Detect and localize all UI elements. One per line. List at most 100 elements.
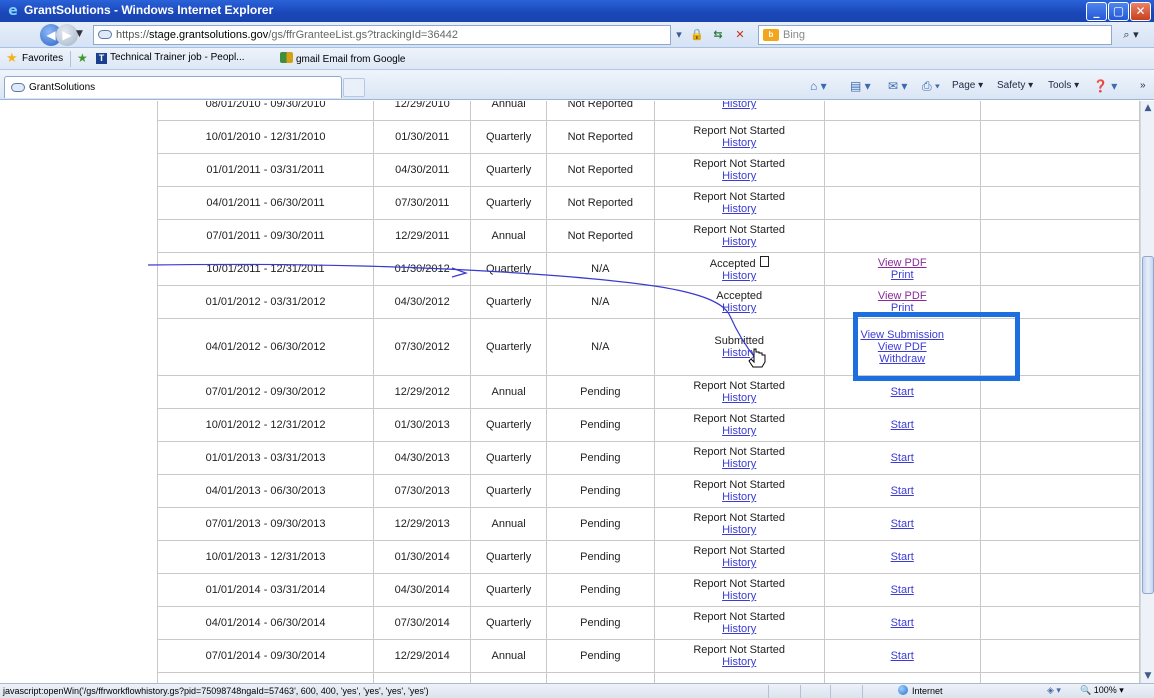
tools-menu[interactable]: Tools ▾ bbox=[1048, 78, 1079, 94]
history-link[interactable]: History bbox=[722, 590, 756, 602]
favorites-star-icon[interactable]: ★ bbox=[6, 51, 18, 65]
action-link-start[interactable]: Start bbox=[891, 419, 914, 431]
history-link[interactable]: History bbox=[722, 491, 756, 503]
history-link[interactable]: History bbox=[722, 524, 756, 536]
history-link[interactable]: History bbox=[722, 302, 756, 314]
scrollbar-thumb[interactable] bbox=[1142, 256, 1154, 594]
favorites-bar: ★ Favorites ★ T Technical Trainer job - P… bbox=[0, 48, 1154, 70]
actions-cell: View Submission View PDF Withdraw bbox=[823, 318, 981, 376]
table-row: 10/01/2012 - 12/31/2012 01/30/2013 Quarter… bbox=[156, 408, 1140, 442]
lock-icon[interactable]: 🔒 bbox=[688, 26, 706, 44]
history-link[interactable]: History bbox=[722, 557, 756, 569]
tab-grantsolutions[interactable]: GrantSolutions bbox=[4, 76, 342, 98]
vertical-scrollbar[interactable]: ▲ ▼ bbox=[1140, 101, 1154, 683]
action-link-start[interactable]: Start bbox=[891, 584, 914, 596]
actions-cell: Start bbox=[823, 606, 981, 640]
search-icon[interactable]: ⌕ ▾ bbox=[1116, 26, 1146, 44]
close-button[interactable]: ✕ bbox=[1130, 2, 1151, 21]
action-link-start[interactable]: Start bbox=[891, 485, 914, 497]
url-input[interactable]: https://stage.grantsolutions.gov/gs/ffrG… bbox=[93, 25, 671, 45]
table-row: 04/01/2014 - 06/30/2014 07/30/2014 Quarter… bbox=[156, 606, 1140, 640]
table-row: 10/01/2013 - 12/31/2013 01/30/2014 Quarter… bbox=[156, 540, 1140, 574]
status-cell: Pending bbox=[545, 606, 655, 640]
scroll-down-icon[interactable]: ▼ bbox=[1141, 669, 1154, 683]
history-link[interactable]: History bbox=[722, 347, 756, 359]
url-dropdown-icon[interactable]: ▾ bbox=[672, 26, 686, 44]
zoom-control[interactable]: 🔍 100% ▾ bbox=[1080, 685, 1124, 696]
action-link-view-pdf[interactable]: View PDF bbox=[878, 290, 927, 302]
status-cell: Not Reported bbox=[545, 153, 655, 187]
help-icon[interactable]: ❓ ▾ bbox=[1093, 78, 1117, 94]
action-link-print[interactable]: Print bbox=[891, 269, 914, 281]
stop-icon[interactable]: ✕ bbox=[730, 26, 750, 44]
action-link-start[interactable]: Start bbox=[891, 518, 914, 530]
favorites-button[interactable]: Favorites bbox=[22, 53, 63, 64]
scroll-up-icon[interactable]: ▲ bbox=[1141, 101, 1154, 115]
report-period-cell: 07/01/2013 - 09/30/2013 bbox=[156, 507, 375, 541]
url-host: stage.grantsolutions.gov bbox=[149, 29, 269, 41]
history-link[interactable]: History bbox=[722, 656, 756, 668]
table-row: 04/01/2012 - 06/30/2012 07/30/2012 Quarter… bbox=[156, 318, 1140, 376]
feeds-icon[interactable]: ▤ ▾ bbox=[850, 78, 871, 94]
maximize-button[interactable]: ▢ bbox=[1108, 2, 1129, 21]
report-status-label: Report Not Started bbox=[693, 413, 786, 425]
action-link-start[interactable]: Start bbox=[891, 551, 914, 563]
search-input[interactable]: b Bing bbox=[758, 25, 1112, 45]
history-link[interactable]: History bbox=[722, 392, 756, 404]
report-type-cell: Annual bbox=[470, 219, 547, 253]
actions-cell bbox=[823, 153, 981, 187]
history-link[interactable]: History bbox=[722, 203, 756, 215]
minimize-button[interactable]: _ bbox=[1086, 2, 1107, 21]
empty-cell bbox=[979, 153, 1140, 187]
report-type-cell: Quarterly bbox=[470, 474, 547, 508]
more-commands-icon[interactable]: » bbox=[1140, 78, 1146, 94]
compatibility-icon[interactable]: ⇆ bbox=[708, 26, 728, 44]
report-status-label: Report Not Started bbox=[693, 479, 786, 491]
table-row: 07/01/2013 - 09/30/2013 12/29/2013 Annual P… bbox=[156, 507, 1140, 541]
forward-button[interactable]: ▶ bbox=[56, 24, 78, 46]
history-link[interactable]: History bbox=[722, 623, 756, 635]
home-icon[interactable]: ⌂ ▾ bbox=[810, 78, 827, 94]
history-link[interactable]: History bbox=[722, 236, 756, 248]
action-link-start[interactable]: Start bbox=[891, 386, 914, 398]
history-link[interactable]: History bbox=[722, 458, 756, 470]
actions-cell: Start bbox=[823, 672, 981, 683]
action-link-view-pdf[interactable]: View PDF bbox=[878, 257, 927, 269]
report-period-cell: 04/01/2013 - 06/30/2013 bbox=[156, 474, 375, 508]
report-period-cell: 04/01/2012 - 06/30/2012 bbox=[156, 318, 375, 376]
report-period-cell: 01/01/2012 - 03/31/2012 bbox=[156, 285, 375, 319]
action-link-withdraw[interactable]: Withdraw bbox=[879, 353, 925, 365]
report-status-cell: Report Not Started History bbox=[653, 219, 825, 253]
history-link[interactable]: History bbox=[722, 425, 756, 437]
page-icon bbox=[98, 30, 112, 39]
report-type-cell: Quarterly bbox=[470, 153, 547, 187]
action-link-view-submission[interactable]: View Submission bbox=[860, 329, 944, 341]
safety-menu[interactable]: Safety ▾ bbox=[997, 78, 1033, 94]
empty-cell bbox=[979, 318, 1140, 376]
print-icon[interactable]: ⎙ ▾ bbox=[922, 78, 940, 94]
recent-pages-dropdown-icon[interactable]: ▼ bbox=[76, 29, 83, 39]
new-tab-button[interactable] bbox=[343, 78, 365, 97]
report-status-label: Report Not Started bbox=[693, 158, 786, 170]
action-link-print[interactable]: Print bbox=[891, 302, 914, 314]
table-row: 10/01/2011 - 12/31/2011 01/30/2012 Quarter… bbox=[156, 252, 1140, 286]
report-period-cell: 04/01/2014 - 06/30/2014 bbox=[156, 606, 375, 640]
page-menu[interactable]: Page ▾ bbox=[952, 78, 983, 94]
action-link-view-pdf[interactable]: View PDF bbox=[878, 341, 927, 353]
favorite-link-gmail[interactable]: gmail Email from Google bbox=[280, 52, 405, 65]
history-link[interactable]: History bbox=[722, 137, 756, 149]
action-link-start[interactable]: Start bbox=[891, 452, 914, 464]
tab-label: GrantSolutions bbox=[29, 82, 96, 93]
favorite-link-technical-trainer[interactable]: T Technical Trainer job - Peopl... bbox=[96, 52, 245, 64]
status-cell: N/A bbox=[545, 252, 655, 286]
history-link[interactable]: History bbox=[722, 170, 756, 182]
add-favorite-icon[interactable]: ★ bbox=[77, 51, 88, 65]
status-cell: Not Reported bbox=[545, 101, 655, 121]
history-link[interactable]: History bbox=[722, 101, 756, 110]
protected-mode-icon[interactable]: ◈ ▾ bbox=[1047, 685, 1061, 696]
action-link-start[interactable]: Start bbox=[891, 650, 914, 662]
mail-icon[interactable]: ✉ ▾ bbox=[888, 78, 907, 94]
history-link[interactable]: History bbox=[722, 270, 756, 282]
report-period-cell: 10/01/2010 - 12/31/2010 bbox=[156, 120, 375, 154]
action-link-start[interactable]: Start bbox=[891, 617, 914, 629]
